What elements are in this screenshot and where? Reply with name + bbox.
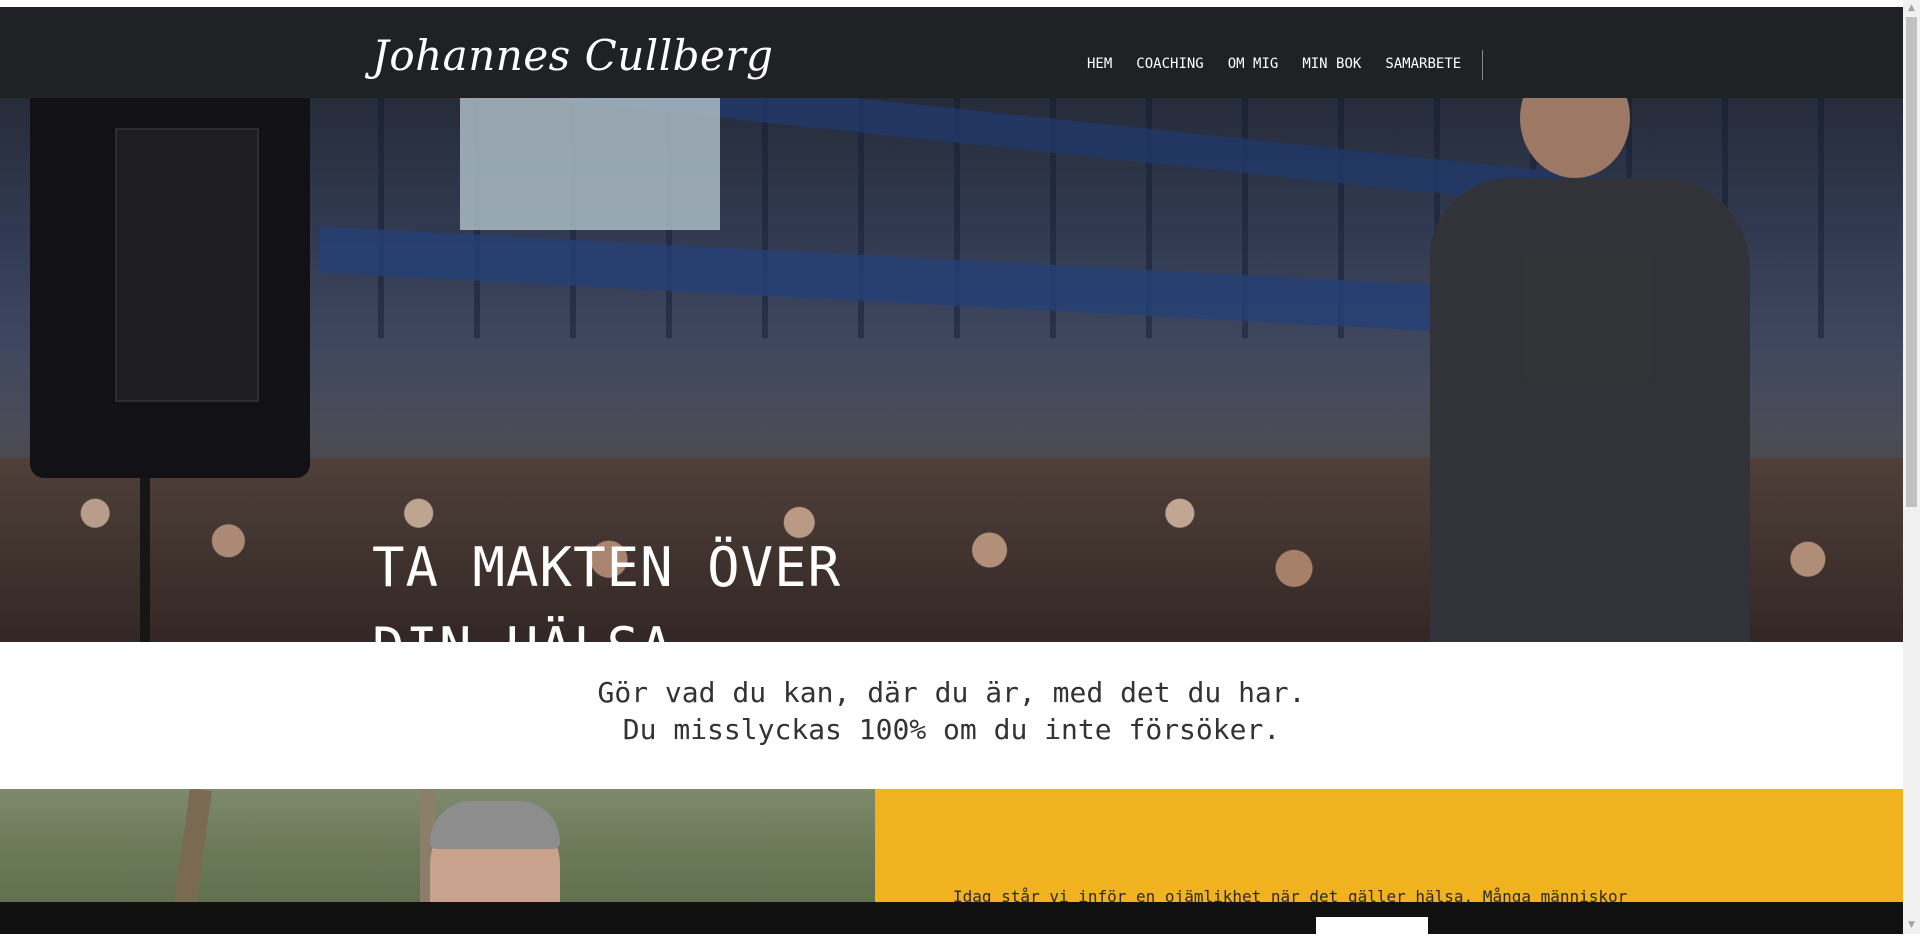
nav-divider	[1482, 50, 1483, 80]
quote-line: Du misslyckas 100% om du inte försöker.	[622, 713, 1281, 746]
quote-block: Gör vad du kan, där du är, med det du ha…	[0, 674, 1903, 748]
site-header: Johannes Cullberg HEM COACHING OM MIG MI…	[0, 7, 1903, 98]
scroll-thumb[interactable]	[1906, 17, 1917, 507]
nav-item-min-bok[interactable]: MIN BOK	[1302, 56, 1361, 72]
site-logo[interactable]: Johannes Cullberg	[372, 31, 773, 80]
nav-item-om-mig[interactable]: OM MIG	[1228, 56, 1279, 72]
nav-item-samarbete[interactable]: SAMARBETE	[1385, 56, 1461, 72]
hero-overlay	[0, 98, 1903, 642]
nav-item-hem[interactable]: HEM	[1087, 56, 1112, 72]
top-strip	[0, 0, 1903, 7]
page-scrollbar[interactable]: ▲ ▼	[1903, 0, 1920, 934]
scroll-down-arrow-icon[interactable]: ▼	[1903, 917, 1920, 934]
hero-title: TA MAKTEN ÖVER DIN HÄLSA	[372, 528, 841, 642]
scroll-up-arrow-icon[interactable]: ▲	[1903, 0, 1920, 17]
nav-item-coaching[interactable]: COACHING	[1136, 56, 1203, 72]
portrait-hair	[430, 801, 560, 849]
hero-section: TA MAKTEN ÖVER DIN HÄLSA	[0, 98, 1903, 642]
quote-line: Gör vad du kan, där du är, med det du ha…	[597, 676, 1306, 709]
hero-title-line: DIN HÄLSA	[372, 608, 841, 642]
hero-title-line: TA MAKTEN ÖVER	[372, 536, 842, 599]
cookie-accept-button[interactable]	[1316, 917, 1428, 947]
cookie-bar	[0, 902, 1903, 947]
main-nav: HEM COACHING OM MIG MIN BOK SAMARBETE	[1087, 56, 1461, 72]
